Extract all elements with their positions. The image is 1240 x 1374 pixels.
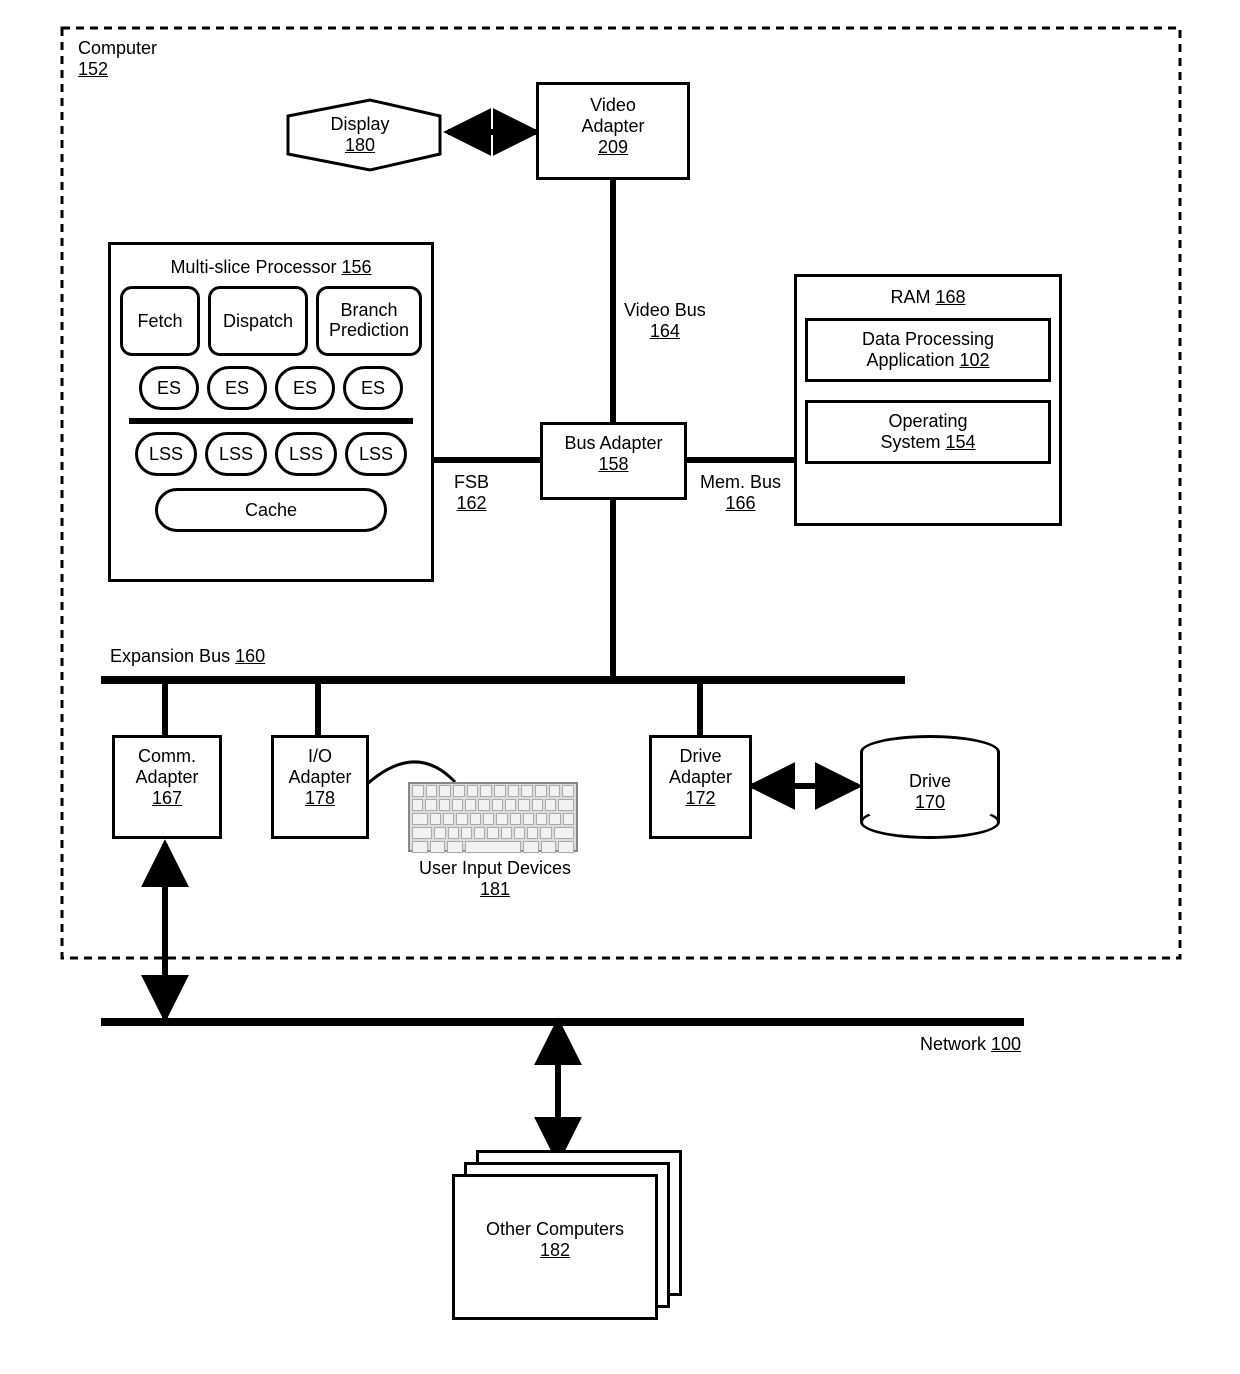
computer-label: Computer 152 bbox=[78, 38, 157, 80]
branch-prediction-block: BranchPrediction bbox=[316, 286, 422, 356]
expansion-bus-label: Expansion Bus 160 bbox=[110, 646, 265, 667]
keyboard-image bbox=[408, 782, 578, 852]
comm-adapter-block: Comm.Adapter 167 bbox=[112, 735, 222, 839]
video-adapter-block: Video Adapter 209 bbox=[536, 82, 690, 180]
dpa-block: Data Processing Application 102 bbox=[805, 318, 1051, 382]
lss-block: LSS bbox=[205, 432, 267, 476]
es-block: ES bbox=[207, 366, 267, 410]
io-adapter-block: I/OAdapter 178 bbox=[271, 735, 369, 839]
drive-block: Drive 170 bbox=[860, 735, 1000, 839]
es-block: ES bbox=[275, 366, 335, 410]
video-bus-label: Video Bus 164 bbox=[624, 300, 706, 342]
network-label: Network 100 bbox=[920, 1034, 1021, 1055]
cache-block: Cache bbox=[155, 488, 387, 532]
display-block: Display 180 bbox=[300, 114, 420, 156]
lss-block: LSS bbox=[345, 432, 407, 476]
drive-adapter-block: DriveAdapter 172 bbox=[649, 735, 752, 839]
es-block: ES bbox=[343, 366, 403, 410]
uid-label: User Input Devices 181 bbox=[400, 858, 590, 900]
dispatch-block: Dispatch bbox=[208, 286, 308, 356]
fetch-block: Fetch bbox=[120, 286, 200, 356]
bus-adapter-block: Bus Adapter 158 bbox=[540, 422, 687, 500]
fsb-label: FSB 162 bbox=[454, 472, 489, 514]
os-block: Operating System 154 bbox=[805, 400, 1051, 464]
es-block: ES bbox=[139, 366, 199, 410]
ram-block: RAM 168 Data Processing Application 102 … bbox=[794, 274, 1062, 526]
other-computers-block: Other Computers 182 bbox=[452, 1150, 682, 1320]
processor-block: Multi-slice Processor 156 Fetch Dispatch… bbox=[108, 242, 434, 582]
mem-bus-label: Mem. Bus 166 bbox=[700, 472, 781, 514]
lss-block: LSS bbox=[275, 432, 337, 476]
lss-block: LSS bbox=[135, 432, 197, 476]
